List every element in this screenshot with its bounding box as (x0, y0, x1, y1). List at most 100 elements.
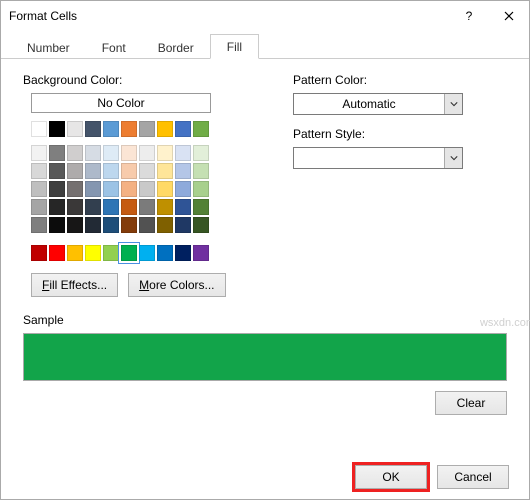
color-swatch[interactable] (67, 245, 83, 261)
color-swatch[interactable] (103, 181, 119, 197)
pattern-color-dropdown[interactable]: Automatic (293, 93, 463, 115)
color-swatch[interactable] (175, 121, 191, 137)
clear-button[interactable]: Clear (435, 391, 507, 415)
color-swatch[interactable] (31, 163, 47, 179)
color-swatch[interactable] (157, 121, 173, 137)
color-swatch[interactable] (139, 145, 155, 161)
color-swatch[interactable] (103, 145, 119, 161)
color-swatch[interactable] (157, 181, 173, 197)
no-color-button[interactable]: No Color (31, 93, 211, 113)
sample-label: Sample (23, 313, 507, 327)
color-swatch[interactable] (175, 245, 191, 261)
color-swatch[interactable] (121, 121, 137, 137)
color-swatch[interactable] (85, 217, 101, 233)
color-swatch[interactable] (139, 217, 155, 233)
standard-colors-row (31, 245, 253, 261)
color-swatch[interactable] (85, 199, 101, 215)
color-swatch[interactable] (157, 145, 173, 161)
color-swatch[interactable] (121, 245, 137, 261)
color-swatch[interactable] (121, 199, 137, 215)
color-swatch[interactable] (49, 121, 65, 137)
color-swatch[interactable] (193, 245, 209, 261)
color-swatch[interactable] (31, 199, 47, 215)
color-swatch[interactable] (139, 199, 155, 215)
dialog-title: Format Cells (9, 9, 449, 23)
fill-effects-rem: ill Effects... (49, 278, 107, 292)
fill-panel: Background Color: No Color Fill Effects.… (1, 59, 529, 455)
color-swatch[interactable] (193, 163, 209, 179)
color-swatch[interactable] (85, 181, 101, 197)
color-swatch[interactable] (157, 245, 173, 261)
color-swatch[interactable] (175, 217, 191, 233)
fill-effects-button[interactable]: Fill Effects... (31, 273, 118, 297)
color-swatch[interactable] (139, 181, 155, 197)
tab-number[interactable]: Number (11, 36, 86, 59)
color-swatch[interactable] (139, 245, 155, 261)
color-swatch[interactable] (85, 145, 101, 161)
cancel-button[interactable]: Cancel (437, 465, 509, 489)
color-swatch[interactable] (67, 163, 83, 179)
help-button[interactable]: ? (449, 1, 489, 31)
color-swatch[interactable] (175, 181, 191, 197)
color-swatch[interactable] (103, 199, 119, 215)
color-swatch[interactable] (85, 163, 101, 179)
color-swatch[interactable] (67, 121, 83, 137)
tab-font[interactable]: Font (86, 36, 142, 59)
close-button[interactable] (489, 1, 529, 31)
color-swatch[interactable] (49, 245, 65, 261)
color-swatch[interactable] (121, 163, 137, 179)
color-swatch[interactable] (85, 121, 101, 137)
color-swatch[interactable] (139, 163, 155, 179)
chevron-down-icon (444, 148, 462, 168)
ok-button[interactable]: OK (355, 465, 427, 489)
color-swatch[interactable] (49, 217, 65, 233)
pattern-color-value: Automatic (294, 94, 444, 114)
color-swatch[interactable] (31, 121, 47, 137)
color-swatch[interactable] (121, 145, 137, 161)
pattern-style-dropdown[interactable] (293, 147, 463, 169)
color-swatch[interactable] (157, 217, 173, 233)
color-swatch[interactable] (157, 163, 173, 179)
color-swatch[interactable] (31, 181, 47, 197)
pattern-style-label: Pattern Style: (293, 127, 507, 141)
color-swatch[interactable] (49, 181, 65, 197)
color-swatch[interactable] (67, 181, 83, 197)
color-swatch[interactable] (31, 245, 47, 261)
color-swatch[interactable] (193, 217, 209, 233)
tab-border[interactable]: Border (142, 36, 210, 59)
color-swatch[interactable] (193, 199, 209, 215)
color-swatch[interactable] (175, 163, 191, 179)
color-swatch[interactable] (85, 245, 101, 261)
color-swatch[interactable] (103, 163, 119, 179)
color-swatch[interactable] (121, 181, 137, 197)
color-swatch[interactable] (175, 145, 191, 161)
color-swatch[interactable] (49, 163, 65, 179)
color-swatch[interactable] (31, 145, 47, 161)
color-swatch[interactable] (193, 121, 209, 137)
palette-row (31, 121, 253, 137)
tab-fill[interactable]: Fill (210, 34, 259, 59)
color-swatch[interactable] (67, 217, 83, 233)
color-swatch[interactable] (49, 199, 65, 215)
color-swatch[interactable] (139, 121, 155, 137)
color-swatch[interactable] (67, 199, 83, 215)
dialog-footer: OK Cancel (1, 455, 529, 499)
color-swatch[interactable] (157, 199, 173, 215)
color-swatch[interactable] (103, 121, 119, 137)
palette-row (31, 199, 253, 215)
more-colors-button[interactable]: More Colors... (128, 273, 225, 297)
palette-row (31, 145, 253, 161)
palette-row (31, 217, 253, 233)
chevron-down-icon (444, 94, 462, 114)
sample-preview (23, 333, 507, 381)
color-swatch[interactable] (103, 217, 119, 233)
pattern-color-label: Pattern Color: (293, 73, 507, 87)
color-swatch[interactable] (103, 245, 119, 261)
color-swatch[interactable] (121, 217, 137, 233)
color-swatch[interactable] (49, 145, 65, 161)
color-swatch[interactable] (31, 217, 47, 233)
color-swatch[interactable] (67, 145, 83, 161)
color-swatch[interactable] (193, 145, 209, 161)
color-swatch[interactable] (193, 181, 209, 197)
color-swatch[interactable] (175, 199, 191, 215)
